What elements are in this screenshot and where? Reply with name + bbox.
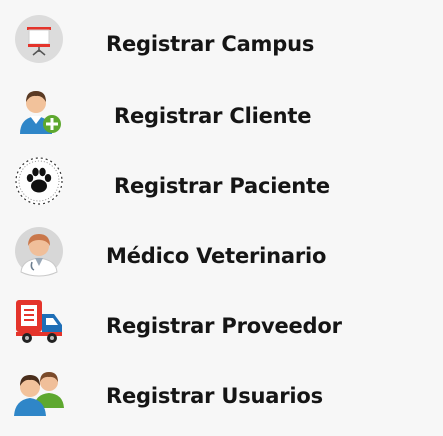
presentation-board-icon <box>12 12 66 66</box>
delivery-truck-icon <box>12 294 66 348</box>
menu-item-medico-veterinario[interactable]: Médico Veterinario <box>0 224 443 288</box>
menu-item-registrar-proveedor[interactable]: Registrar Proveedor <box>0 294 443 358</box>
menu-item-label: Registrar Campus <box>106 32 315 56</box>
menu-item-label: Médico Veterinario <box>106 244 327 268</box>
paw-print-icon <box>12 154 66 208</box>
menu-item-label: Registrar Proveedor <box>106 314 342 338</box>
doctor-icon <box>12 224 66 278</box>
menu-item-registrar-usuarios[interactable]: Registrar Usuarios <box>0 364 443 428</box>
registration-menu: Registrar Campus Registrar Cliente Regis… <box>0 0 443 436</box>
menu-item-label: Registrar Usuarios <box>106 384 323 408</box>
user-add-icon <box>12 84 66 138</box>
menu-item-label: Registrar Paciente <box>114 174 330 198</box>
menu-item-registrar-paciente[interactable]: Registrar Paciente <box>0 154 443 218</box>
menu-item-registrar-campus[interactable]: Registrar Campus <box>0 12 443 76</box>
users-group-icon <box>12 364 66 418</box>
menu-item-label: Registrar Cliente <box>114 104 312 128</box>
menu-item-registrar-cliente[interactable]: Registrar Cliente <box>0 84 443 148</box>
